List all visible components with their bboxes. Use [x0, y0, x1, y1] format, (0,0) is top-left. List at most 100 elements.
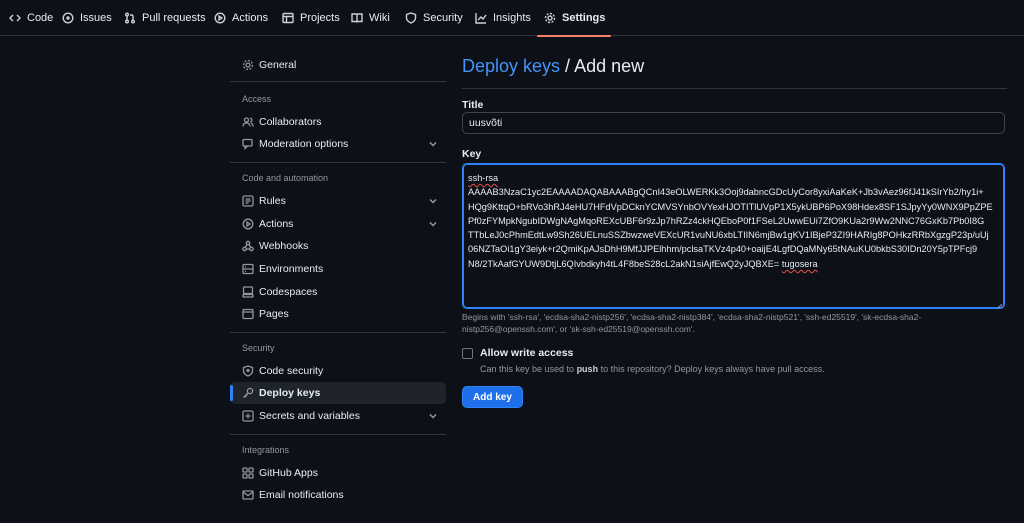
gear-icon — [543, 12, 556, 25]
breadcrumb-deploy-keys-link[interactable]: Deploy keys — [462, 56, 560, 76]
shield-lock-icon — [242, 365, 254, 377]
sidebar-item-webhooks[interactable]: Webhooks — [230, 235, 446, 257]
write-access-row: Allow write access — [462, 347, 573, 359]
browser-icon — [242, 308, 254, 320]
tab-code[interactable]: Code — [8, 0, 53, 36]
sidebar-item-rules[interactable]: Rules — [230, 190, 446, 212]
sidebar-item-deploy-keys[interactable]: Deploy keys — [230, 382, 446, 404]
sidebar-item-label: Moderation options — [259, 138, 349, 150]
key-format-note: Begins with 'ssh-rsa', 'ecdsa-sha2-nistp… — [462, 312, 922, 334]
tab-label: Insights — [493, 12, 531, 24]
sidebar-item-label: Codespaces — [259, 286, 318, 298]
chevron-down-icon[interactable] — [428, 196, 438, 206]
tab-label: Settings — [562, 12, 606, 24]
book-icon — [350, 12, 363, 25]
comment-icon — [242, 138, 254, 150]
key-icon — [242, 387, 254, 399]
sidebar-item-general[interactable]: General — [230, 54, 446, 76]
sidebar-item-label: Collaborators — [259, 116, 322, 128]
chevron-down-icon[interactable] — [428, 411, 438, 421]
sidebar-item-label: Pages — [259, 308, 289, 320]
tab-issues[interactable]: Issues — [61, 0, 112, 36]
tab-label: Pull requests — [142, 12, 206, 24]
gear-icon — [242, 59, 254, 71]
divider — [462, 88, 1007, 89]
apps-icon — [242, 467, 254, 479]
sidebar-item-github-apps[interactable]: GitHub Apps — [230, 462, 446, 484]
sidebar-item-label: Webhooks — [259, 240, 309, 252]
page-title: Deploy keys / Add new — [462, 56, 644, 77]
webhook-icon — [242, 240, 254, 252]
table-icon — [281, 12, 294, 25]
section-heading-access: Access — [242, 94, 272, 104]
plus-square-icon — [242, 410, 254, 422]
help-text: to this repository? Deploy keys always h… — [598, 364, 825, 374]
sidebar-item-email-notifications[interactable]: Email notifications — [230, 484, 446, 506]
sidebar-item-environments[interactable]: Environments — [230, 258, 446, 280]
play-icon — [242, 218, 254, 230]
sidebar-item-codespaces[interactable]: Codespaces — [230, 281, 446, 303]
sidebar-item-label: GitHub Apps — [259, 467, 318, 479]
codespaces-icon — [242, 286, 254, 298]
tab-wiki[interactable]: Wiki — [350, 0, 390, 36]
section-heading-integrations: Integrations — [242, 445, 290, 455]
tab-label: Actions — [232, 12, 269, 24]
divider — [230, 81, 446, 82]
key-line: AAAAB3NzaC1yc2EAAAADAQABAAABgQCnI43eOLWE… — [468, 187, 984, 198]
sidebar-item-label: Environments — [259, 263, 324, 275]
key-comment: tugosera — [781, 258, 818, 269]
tab-insights[interactable]: Insights — [474, 0, 531, 36]
section-heading-code-automation: Code and automation — [242, 173, 329, 183]
breadcrumb-current: Add new — [574, 56, 645, 76]
tab-label: Issues — [80, 12, 112, 24]
sidebar-item-secrets[interactable]: Secrets and variables — [230, 405, 446, 427]
add-key-button[interactable]: Add key — [462, 386, 523, 408]
key-line: N8/2TkAafGYUW9DtjL6QIvbdkyh4tL4F8beS28cL… — [468, 258, 780, 269]
key-label: Key — [462, 148, 482, 160]
tab-label: Security — [423, 12, 463, 24]
sidebar-item-label: Secrets and variables — [259, 410, 360, 422]
write-access-help: Can this key be used to push to this rep… — [480, 364, 825, 374]
sidebar-item-code-security[interactable]: Code security — [230, 360, 446, 382]
key-line: Pf0zFYMpkNgubIDWgNAgMqoREXcUBF6r9zJp7hRZ… — [468, 215, 985, 226]
sidebar-item-label: Email notifications — [259, 489, 344, 501]
resize-handle-icon[interactable] — [996, 300, 1003, 308]
allow-write-access-checkbox[interactable] — [462, 347, 473, 359]
tab-projects[interactable]: Projects — [281, 0, 340, 36]
divider — [230, 434, 446, 435]
sidebar-item-label: General — [259, 59, 297, 71]
key-textarea[interactable]: ssh-rsa AAAAB3NzaC1yc2EAAAADAQABAAABgQCn… — [462, 163, 1005, 309]
breadcrumb-separator: / — [560, 56, 575, 76]
title-input[interactable]: uusvõti — [462, 112, 1005, 134]
issue-icon — [61, 12, 74, 25]
sidebar-item-collaborators[interactable]: Collaborators — [230, 111, 446, 133]
tab-actions[interactable]: Actions — [213, 0, 268, 36]
chevron-down-icon[interactable] — [428, 219, 438, 229]
title-label: Title — [462, 99, 484, 111]
mail-icon — [242, 489, 254, 501]
sidebar-item-actions[interactable]: Actions — [230, 213, 446, 235]
play-icon — [213, 12, 226, 25]
people-icon — [242, 116, 254, 128]
sidebar-item-pages[interactable]: Pages — [230, 303, 446, 325]
section-heading-security: Security — [242, 343, 275, 353]
code-icon — [8, 12, 21, 25]
tab-settings[interactable]: Settings — [536, 0, 612, 37]
sidebar-item-label: Rules — [259, 195, 286, 207]
help-text-bold: push — [576, 364, 599, 374]
chevron-down-icon[interactable] — [428, 139, 438, 149]
tab-pull-requests[interactable]: Pull requests — [123, 0, 206, 36]
tab-security[interactable]: Security — [404, 0, 463, 36]
key-line: TTbLeJ0cPhmEdtLw9Sh26UELnuSSZbwzweVEXcUR… — [468, 230, 989, 241]
sidebar-item-label: Actions — [259, 218, 294, 230]
allow-write-access-label[interactable]: Allow write access — [480, 347, 573, 359]
tab-label: Code — [27, 12, 54, 24]
key-line: 06NZTaOi1gY3eiyk+r2QmiKpAJsDhH9MfJJPElhh… — [468, 244, 978, 255]
divider — [230, 332, 446, 333]
sidebar-item-moderation[interactable]: Moderation options — [230, 133, 446, 155]
repo-nav: Code Issues Pull requests Actions Projec… — [0, 0, 1024, 37]
pull-request-icon — [123, 12, 136, 25]
help-text: Can this key be used to — [480, 364, 577, 374]
sidebar-item-label: Deploy keys — [259, 387, 321, 399]
rules-icon — [242, 195, 254, 207]
